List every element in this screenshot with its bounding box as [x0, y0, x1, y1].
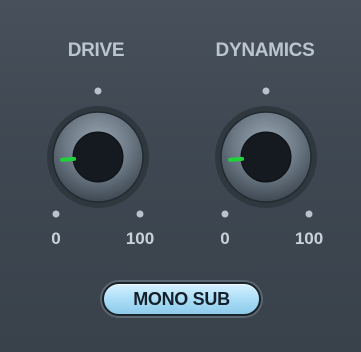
- drive-min-tick: [52, 210, 60, 218]
- dynamics-knob-graphic: [215, 106, 317, 208]
- dynamics-indicator: [228, 156, 245, 162]
- drive-center-tick: [94, 87, 102, 95]
- drive-knob-graphic: [47, 106, 149, 208]
- dynamics-max-label: 100: [294, 229, 324, 248]
- drive-max-label: 100: [125, 229, 155, 248]
- dynamics-center-tick: [262, 87, 270, 95]
- drive-indicator: [60, 156, 77, 162]
- dynamics-min-tick: [221, 210, 229, 218]
- mono-sub-button[interactable]: MONO SUB: [102, 282, 261, 316]
- drive-min-label: 0: [51, 229, 61, 248]
- dynamics-knob[interactable]: [214, 105, 318, 209]
- plugin-panel: DRIVE 0 100 DYNAMICS 0 100 MONO SUB: [0, 0, 361, 352]
- dynamics-max-tick: [305, 210, 313, 218]
- drive-knob[interactable]: [46, 105, 150, 209]
- drive-label: DRIVE: [67, 40, 125, 61]
- dynamics-min-label: 0: [220, 229, 230, 248]
- dynamics-label: DYNAMICS: [215, 40, 315, 61]
- drive-max-tick: [136, 210, 144, 218]
